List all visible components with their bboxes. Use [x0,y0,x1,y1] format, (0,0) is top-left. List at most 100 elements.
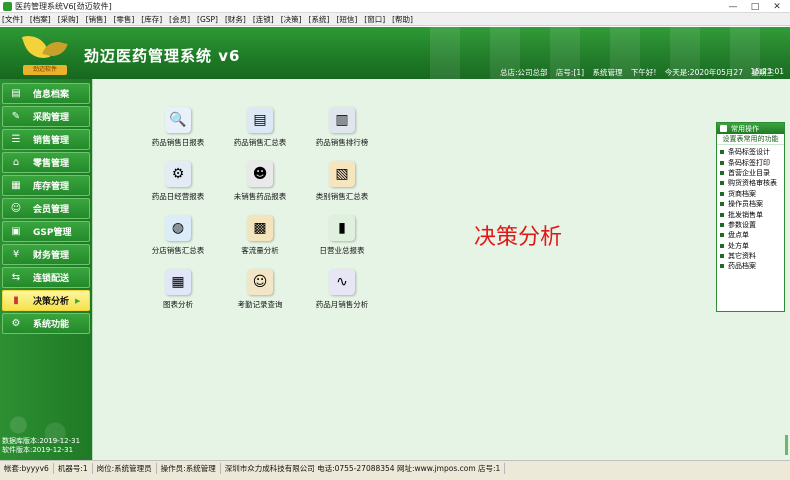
sidebar-item-label: GSP管理 [33,228,72,238]
tile-branch-sales[interactable]: ◍ 分店销售汇总表 [133,215,223,267]
app-title: 劲迈医药管理系统 v6 [84,47,241,65]
tile-label: 类别销售汇总表 [315,192,369,201]
logo-text: 劲迈软件 [23,65,67,75]
quick-item[interactable]: 货商档案 [717,189,784,199]
tile-label: 客流量分析 [241,246,279,255]
sidebar-item-info-archive[interactable]: ▤ 信息档案 [2,83,90,104]
sidebar-item-gsp[interactable]: ▣ GSP管理 [2,221,90,242]
close-button[interactable]: ✕ [766,0,788,13]
sidebar-item-label: 信息档案 [33,90,70,100]
menu-window[interactable]: [窗口] [364,14,385,25]
minimize-button[interactable]: — [722,0,744,13]
sidebar-item-member[interactable]: ☺ 会员管理 [2,198,90,219]
tile-category-sales[interactable]: ▧ 类别销售汇总表 [297,161,387,213]
tile-daily-operations[interactable]: ⚙ 药品日经营报表 [133,161,223,213]
chart-doc-icon: ▦ [165,269,191,295]
bar-chart-icon: ▮ [329,215,355,241]
quick-item[interactable]: 条码标签打印 [717,157,784,167]
tile-monthly-sales[interactable]: ∿ 药品月销售分析 [297,269,387,321]
bullet-icon [720,222,724,227]
sidebar-item-decision[interactable]: ▮ 决策分析 ▶ [2,290,90,311]
window-title: 医药管理系统V6[劲迈软件] [15,1,112,11]
truck-icon: ⇆ [11,272,21,283]
chevron-right-icon: ▶ [75,296,81,305]
sidebar-item-label: 财务管理 [33,251,70,261]
menu-retail[interactable]: [零售] [113,14,134,25]
sidebar-item-purchase[interactable]: ✎ 采购管理 [2,106,90,127]
sidebar-item-sales[interactable]: ☰ 销售管理 [2,129,90,150]
store-name: 总店:公司总部 [500,68,548,77]
list-icon: ☰ [11,134,21,145]
quick-item[interactable]: 参数设置 [717,220,784,230]
tile-sales-ranking[interactable]: ▥ 药品销售排行榜 [297,107,387,159]
report-icon: ▤ [247,107,273,133]
bullet-icon [720,243,724,248]
company-info: 深圳市众力成科技有限公司 电话:0755-27088354 网址:www.jmp… [221,463,506,474]
bullet-icon [720,150,724,155]
tile-label: 图表分析 [163,300,193,309]
menu-chain[interactable]: [连锁] [253,14,274,25]
maximize-button[interactable]: □ [744,0,766,13]
menu-file[interactable]: [文件] [2,14,23,25]
app-icon [3,1,12,11]
menu-help[interactable]: [帮助] [392,14,413,25]
menu-member[interactable]: [会员] [169,14,190,25]
chart-icon: ▮ [13,295,19,306]
status-bar: 帐套:byyyv6 机器号:1 岗位:系统管理员 操作员:系统管理 深圳市众力成… [0,460,790,480]
gear-icon: ⚙ [11,318,21,329]
machine-number: 机器号:1 [54,463,93,474]
quick-item[interactable]: 盘点单 [717,230,784,240]
quick-item[interactable]: 批发销售单 [717,209,784,219]
box-icon: ▦ [11,180,21,191]
tile-daily-sales[interactable]: 🔍 药品销售日报表 [133,107,223,159]
person-doc-icon: ☻ [247,161,273,187]
tile-chart-analysis[interactable]: ▦ 图表分析 [133,269,223,321]
sidebar-item-inventory[interactable]: ▦ 库存管理 [2,175,90,196]
clock: 15:23:01 [750,67,784,76]
menu-inventory[interactable]: [库存] [141,14,162,25]
menu-purchase[interactable]: [采购] [58,14,79,25]
quick-item-label: 盘点单 [728,231,749,240]
bullet-icon [720,212,724,217]
bullet-icon [720,170,724,175]
quick-item[interactable]: 购货资格审核表 [717,178,784,188]
tile-attendance[interactable]: ☺ 考勤记录查询 [215,269,305,321]
tile-daily-business[interactable]: ▮ 日营业总报表 [297,215,387,267]
sidebar-item-label: 系统功能 [33,320,70,330]
quick-item[interactable]: 首营企业目录 [717,168,784,178]
quick-panel-header: 常用操作 [717,123,784,134]
today-date: 今天是:2020年05月27 [664,68,743,77]
menu-sms[interactable]: [短信] [336,14,357,25]
quick-item-label: 批发销售单 [728,210,763,219]
quick-panel-config-link[interactable]: 设置表常用的功能 [717,134,784,145]
sidebar-item-finance[interactable]: ¥ 财务管理 [2,244,90,265]
quick-operations-panel: 常用操作 设置表常用的功能 条码标签设计 条码标签打印 首营企业目录 购货资格审… [716,122,785,312]
tile-customer-flow[interactable]: ▩ 客流量分析 [215,215,305,267]
menu-sales[interactable]: [销售] [86,14,107,25]
quick-item[interactable]: 药品档案 [717,261,784,271]
bullet-icon [720,160,724,165]
tile-label: 药品销售汇总表 [233,138,287,147]
menu-system[interactable]: [系统] [309,14,330,25]
tile-sales-summary[interactable]: ▤ 药品销售汇总表 [215,107,305,159]
header-banner: 劲迈软件 劲迈医药管理系统 v6 总店:公司总部 店号:[1] 系统管理 下午好… [0,27,790,79]
quick-item[interactable]: 条码标签设计 [717,147,784,157]
window-controls: — □ ✕ [722,0,788,13]
tile-unsold-drugs[interactable]: ☻ 未销售药品报表 [215,161,305,213]
menu-decision[interactable]: [决策] [281,14,302,25]
scrollbar[interactable] [785,435,788,455]
quick-item[interactable]: 操作员档案 [717,199,784,209]
quick-item[interactable]: 处方单 [717,241,784,251]
menu-bar: [文件] [档案] [采购] [销售] [零售] [库存] [会员] [GSP]… [0,13,790,26]
sidebar-item-retail[interactable]: ⌂ 零售管理 [2,152,90,173]
main-panel: 🔍 药品销售日报表 ▤ 药品销售汇总表 ▥ 药品销售排行榜 ⚙ 药品日经营报表 … [92,79,790,460]
tile-label: 药品月销售分析 [315,300,369,309]
sidebar-item-chain[interactable]: ⇆ 连锁配送 [2,267,90,288]
menu-archive[interactable]: [档案] [30,14,51,25]
quick-item-label: 货商档案 [728,189,756,198]
sidebar-item-system[interactable]: ⚙ 系统功能 [2,313,90,334]
menu-finance[interactable]: [财务] [225,14,246,25]
session-status: 总店:公司总部 店号:[1] 系统管理 下午好! 今天是:2020年05月27 … [500,67,780,78]
quick-item[interactable]: 其它资料 [717,251,784,261]
menu-gsp[interactable]: [GSP] [197,15,218,24]
